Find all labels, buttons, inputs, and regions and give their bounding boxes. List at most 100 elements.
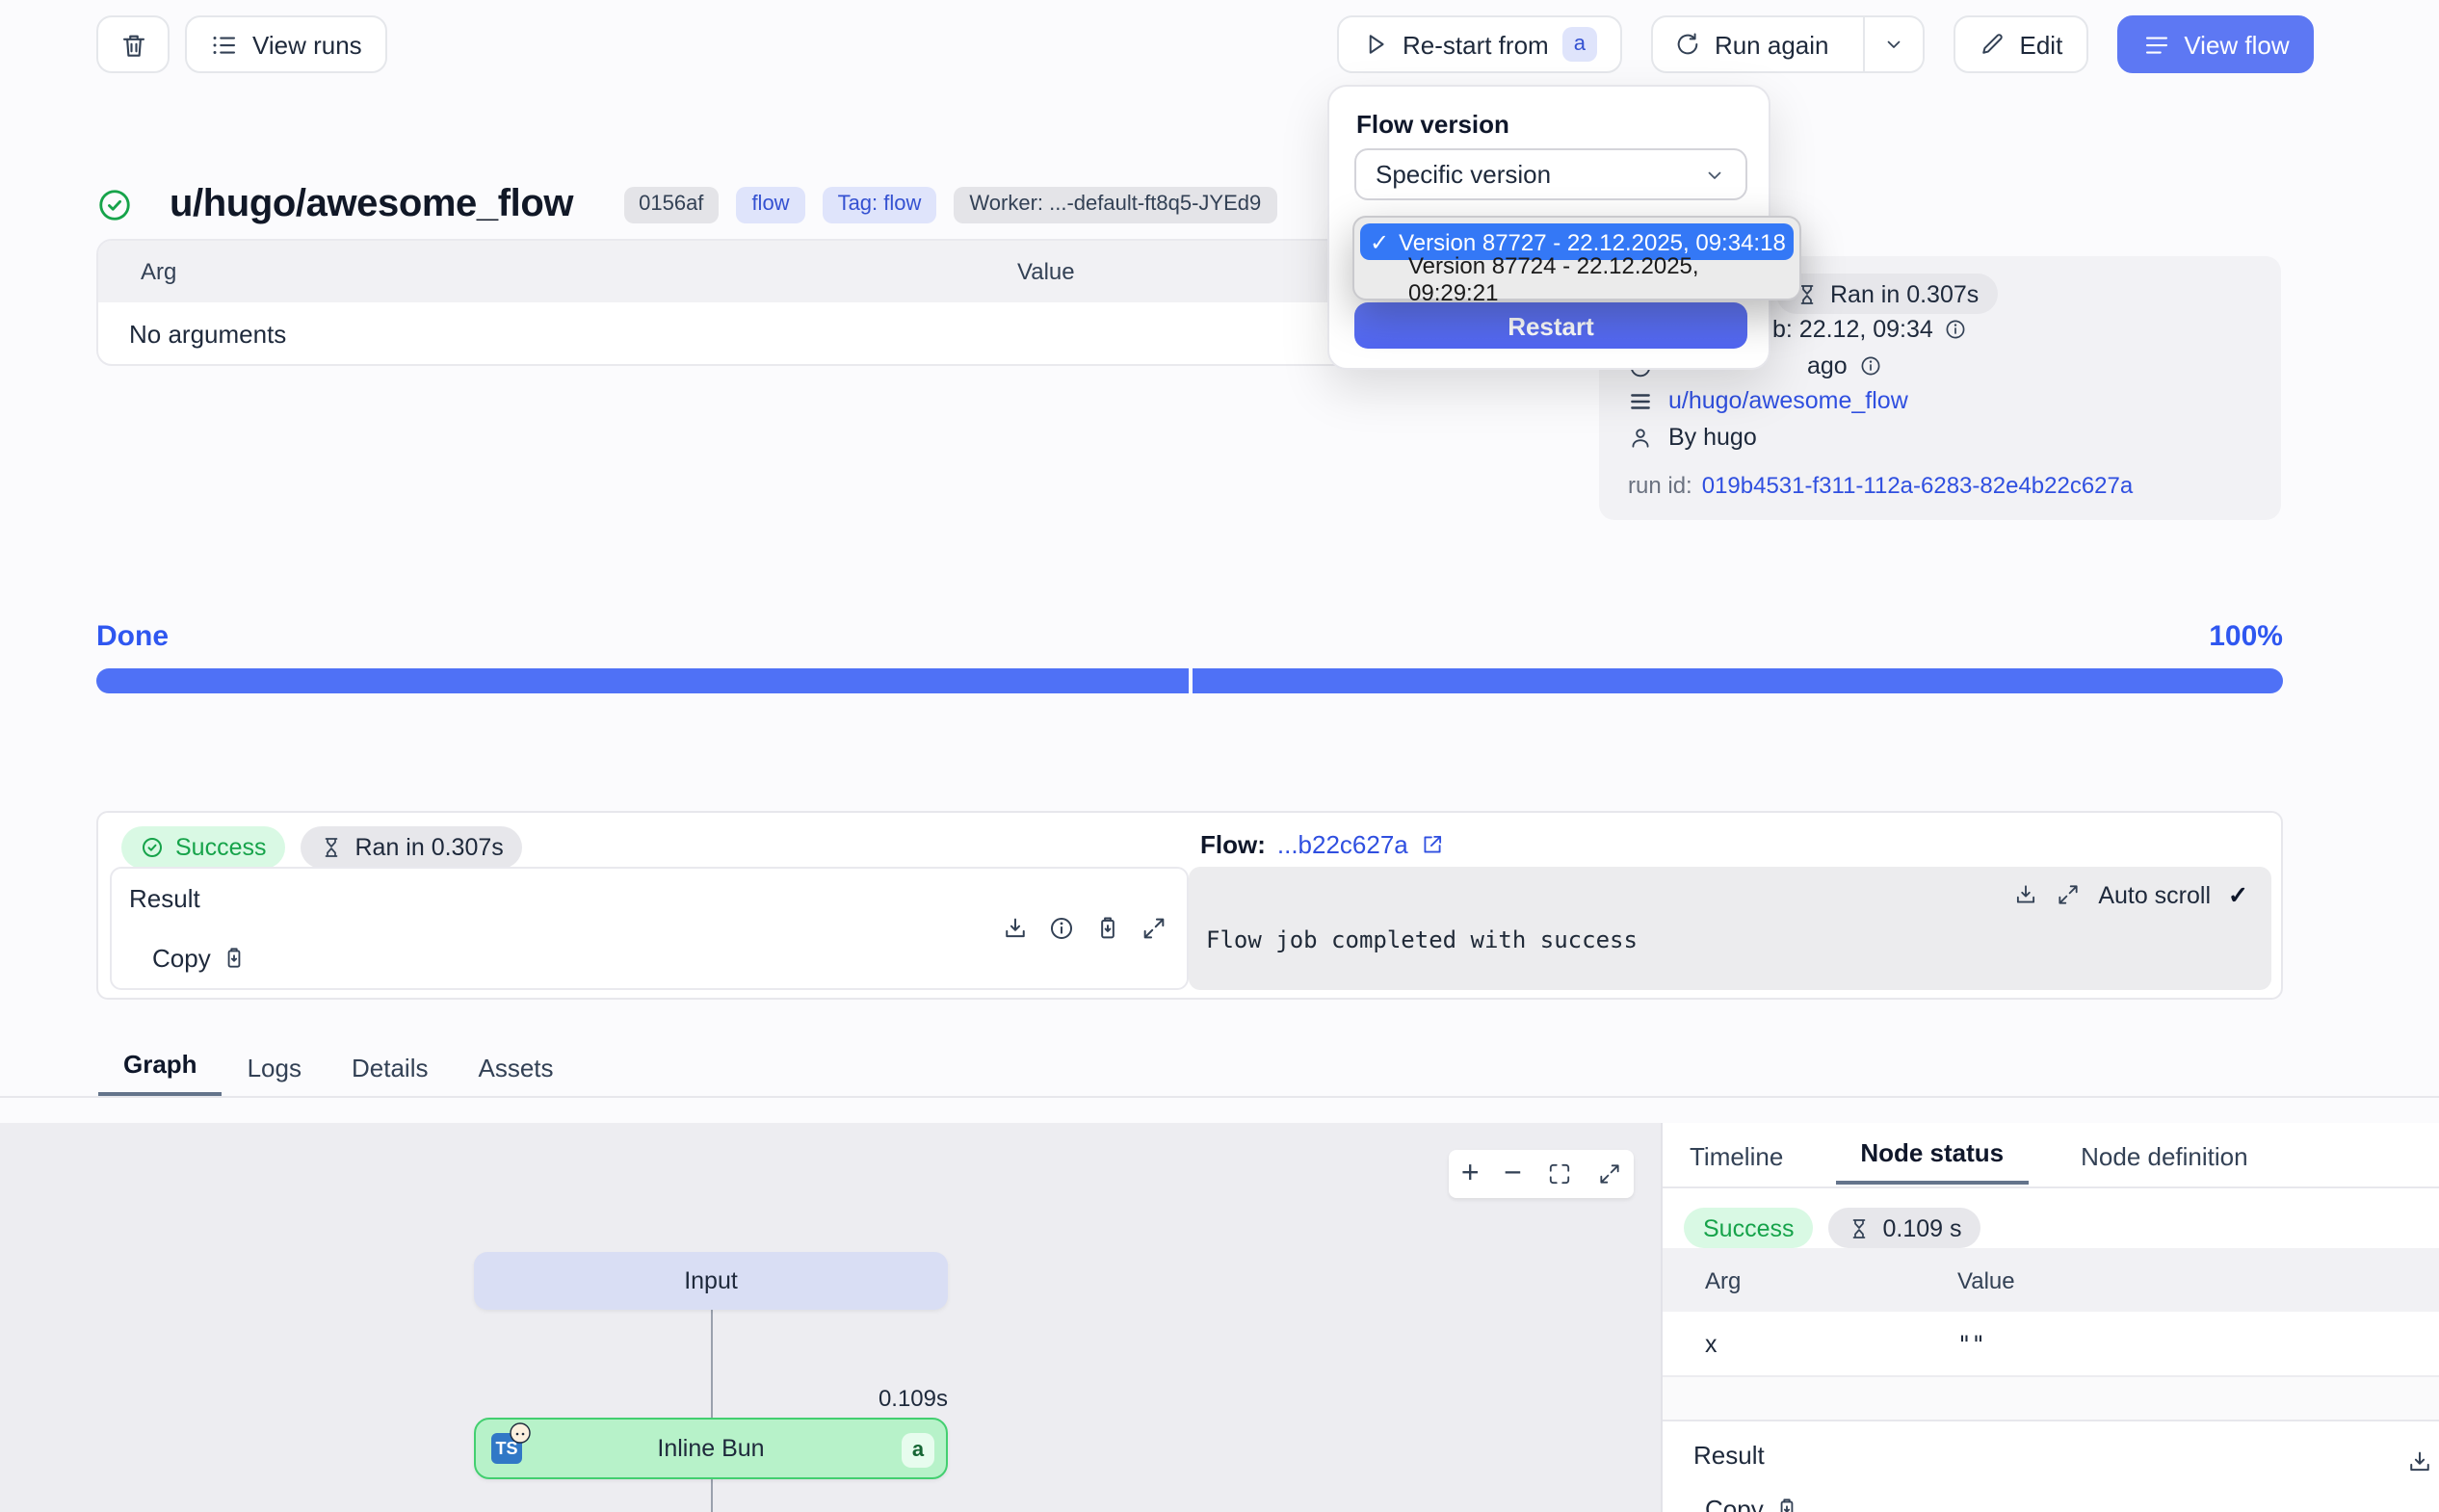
arg-column-header: Arg [1663,1266,1741,1293]
flow-path-link[interactable]: u/hugo/awesome_flow [1668,387,1908,414]
tab-assets[interactable]: Assets [454,1054,579,1096]
arg-name: x [1663,1330,1718,1357]
zoom-out-icon[interactable]: − [1504,1159,1522,1189]
list-icon [1628,388,1653,413]
divider [1663,1186,2439,1188]
edit-label: Edit [2020,30,2063,59]
toolbar-right: Re-start from a Run again Edit View flow [1337,15,2315,73]
copy-button[interactable]: Copy [1705,1495,1800,1512]
tab-node-status[interactable]: Node status [1835,1138,2029,1185]
restart-from-button[interactable]: Re-start from a [1337,15,1622,73]
graph-pane: + − Input 0.109s TS Inline Bun a [0,1123,1661,1512]
download-icon[interactable] [2406,1448,2433,1475]
tab-graph[interactable]: Graph [98,1050,223,1096]
copy-label: Copy [1705,1495,1764,1512]
graph-edge [711,1479,713,1512]
ago-fragment: ago [1807,352,1848,379]
ran-in-badge: Ran in 0.307s [1776,274,1998,314]
run-again-dropdown-button[interactable] [1864,17,1924,71]
author-row: By hugo [1628,424,1757,451]
run-again-button[interactable]: Run again [1653,17,1850,71]
maximize-icon[interactable] [2056,882,2081,907]
play-icon [1362,31,1389,58]
title-badges: 0156af flow Tag: flow Worker: ...-defaul… [623,186,1276,222]
title-row: u/hugo/awesome_flow 0156af flow Tag: flo… [96,177,1276,231]
status-badge: Success [121,826,286,869]
flow-link-row: Flow: ...b22c627a [1200,830,1445,859]
copy-button[interactable]: Copy [152,944,248,973]
node-args-row: x "" [1663,1312,2439,1377]
restart-from-step-badge: a [1562,27,1597,62]
hourglass-icon [321,836,344,859]
log-panel: Auto scroll ✓ Flow job completed with su… [1189,867,2271,990]
graph-node-input[interactable]: Input [474,1252,948,1310]
graph-node-step[interactable]: TS Inline Bun a [474,1418,948,1479]
progress-percent: 100% [2209,620,2283,653]
started-at-row: b: 22.12, 09:34 [1772,316,1968,343]
input-node-label: Input [684,1267,738,1294]
ran-in-badge: Ran in 0.307s [302,826,523,869]
menu-option[interactable]: Version 87724 - 22.12.2025, 09:29:21 [1360,260,1794,297]
download-icon[interactable] [1002,915,1029,942]
hourglass-icon [1849,1216,1872,1239]
person-icon [1628,425,1653,450]
result-card: Success Ran in 0.307s Flow: ...b22c627a … [96,811,2283,1000]
progress-bar-segment [1193,668,2283,693]
clipboard-icon[interactable] [1094,915,1121,942]
edit-button[interactable]: Edit [1954,15,2088,73]
delete-run-button[interactable] [96,15,170,73]
tab-logs[interactable]: Logs [223,1054,327,1096]
maximize-icon[interactable] [1141,915,1167,942]
flow-path-row: u/hugo/awesome_flow [1628,387,1908,414]
auto-scroll-label[interactable]: Auto scroll [2098,881,2211,908]
panel-spacer [1663,1377,2439,1420]
info-icon [1859,354,1882,378]
flow-job-link[interactable]: ...b22c627a [1277,830,1408,859]
external-link-icon [1420,832,1445,857]
tag-badge[interactable]: Tag: flow [823,186,937,222]
clipboard-icon [1775,1497,1800,1512]
version-select-value: Specific version [1376,160,1551,189]
menu-icon [2141,30,2170,59]
expand-icon[interactable] [1596,1161,1621,1186]
arg-column-header: Arg [98,258,176,285]
trash-icon [118,30,147,59]
ran-in-label: Ran in 0.307s [1830,280,1979,307]
tab-node-definition[interactable]: Node definition [2056,1142,2272,1185]
check-circle-icon [96,186,133,222]
restart-button[interactable]: Restart [1354,302,1747,349]
fit-view-icon[interactable] [1547,1161,1572,1186]
page-title: u/hugo/awesome_flow [170,182,573,226]
zoom-in-icon[interactable]: + [1461,1159,1480,1189]
toolbar-left: View runs [96,15,387,73]
checkmark-icon[interactable]: ✓ [2228,880,2248,909]
run-id-label: run id: [1628,472,1692,499]
step-id-badge: a [902,1433,934,1468]
status-label: Success [175,834,267,861]
run-id-row: run id: 019b4531-f311-112a-6283-82e4b22c… [1628,472,2133,499]
arg-value: "" [1957,1330,1985,1357]
info-icon[interactable] [1048,915,1075,942]
run-id-link[interactable]: 019b4531-f311-112a-6283-82e4b22c627a [1702,472,2134,499]
view-flow-button[interactable]: View flow [2116,15,2314,73]
version-select[interactable]: Specific version [1354,148,1747,200]
kind-badge[interactable]: flow [736,186,804,222]
clipboard-icon [223,946,248,971]
node-panel: Timeline Node status Node definition Suc… [1661,1123,2439,1512]
result-panel: Result Copy [110,867,1189,990]
tab-details[interactable]: Details [327,1054,454,1096]
graph-zoom-toolbar: + − [1449,1150,1634,1198]
node-status-badge: Success [1684,1208,1814,1248]
popup-title: Flow version [1356,110,1509,139]
download-icon[interactable] [2013,882,2038,907]
node-status-row: Success 0.109 s [1684,1208,1981,1248]
run-hash-badge: 0156af [623,186,719,222]
progress-bar [96,668,2283,693]
tab-timeline[interactable]: Timeline [1690,1142,1808,1185]
flow-run-page: View runs Re-start from a Run again Edit… [0,0,2439,1512]
view-runs-button[interactable]: View runs [185,15,387,73]
main-tabs: Graph Logs Details Assets [0,1046,2439,1098]
refresh-icon [1674,31,1701,58]
value-column-header: Value [1957,1266,2015,1293]
view-flow-label: View flow [2184,30,2289,59]
